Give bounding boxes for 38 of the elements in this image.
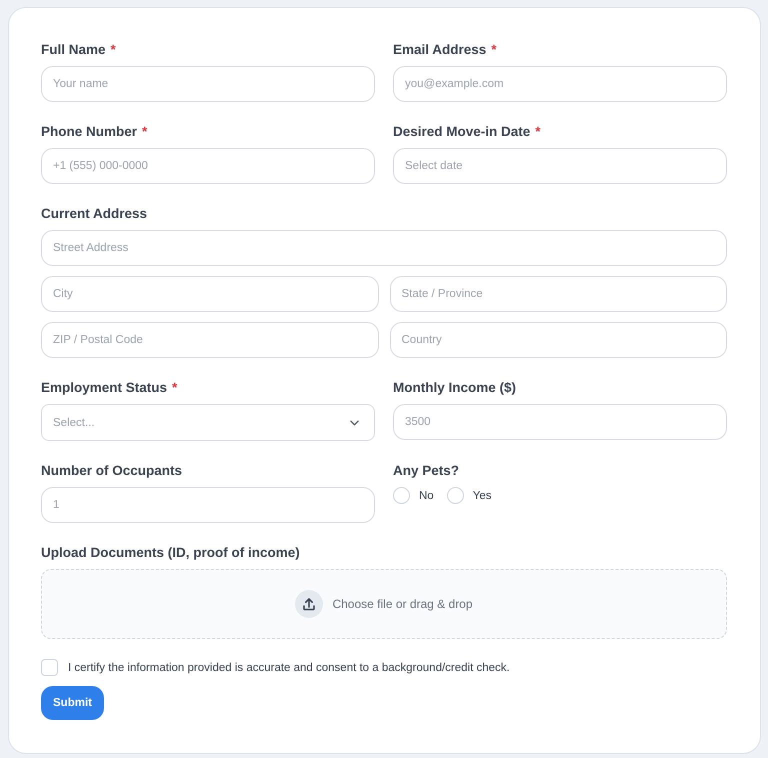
chevron-down-icon	[350, 420, 359, 426]
upload-prompt: Choose file or drag & drop	[332, 597, 473, 611]
field-label: Upload Documents (ID, proof of income)	[41, 544, 300, 562]
radio-button[interactable]	[446, 487, 464, 504]
select-field[interactable]: Select...	[41, 404, 375, 441]
input-field[interactable]: ZIP / Postal Code	[41, 322, 378, 358]
required-asterisk: *	[535, 123, 541, 141]
required-asterisk: *	[110, 41, 116, 59]
field-label: Phone Number	[41, 123, 138, 141]
radio-label[interactable]: No	[419, 490, 434, 502]
required-asterisk: *	[172, 379, 178, 397]
input-field[interactable]: you@example.com	[393, 66, 727, 102]
input-field[interactable]: 3500	[393, 404, 727, 440]
consent-text: I certify the information provided is accurate and consent to a background/credit check.	[68, 662, 510, 674]
input-field[interactable]: 1	[41, 487, 375, 523]
input-field[interactable]: Street Address	[41, 230, 727, 266]
field-label: Current Address	[41, 205, 148, 223]
input-field[interactable]: Country	[390, 322, 727, 358]
field-label: Monthly Income ($)	[393, 379, 516, 397]
input-field[interactable]: State / Province	[390, 276, 727, 312]
field-label: Number of Occupants	[41, 462, 182, 480]
required-asterisk: *	[491, 41, 497, 59]
field-label: Employment Status	[41, 379, 168, 397]
checkbox[interactable]	[41, 659, 58, 676]
submit-button[interactable]: Submit	[41, 686, 104, 720]
upload-icon	[295, 590, 324, 618]
field-label: Desired Move-in Date	[393, 123, 530, 141]
field-label: Email Address	[393, 41, 486, 59]
radio-button[interactable]	[393, 487, 410, 504]
input-field[interactable]: +1 (555) 000-0000	[41, 148, 375, 184]
field-label: Any Pets?	[393, 462, 460, 480]
required-asterisk: *	[142, 123, 148, 141]
input-field[interactable]: Your name	[41, 66, 375, 102]
upload-dropzone[interactable]: Choose file or drag & drop	[41, 569, 727, 639]
radio-label[interactable]: Yes	[472, 490, 492, 502]
input-field[interactable]: Select date	[393, 148, 727, 184]
field-label: Full Name	[41, 41, 106, 59]
input-field[interactable]: City	[41, 276, 378, 312]
